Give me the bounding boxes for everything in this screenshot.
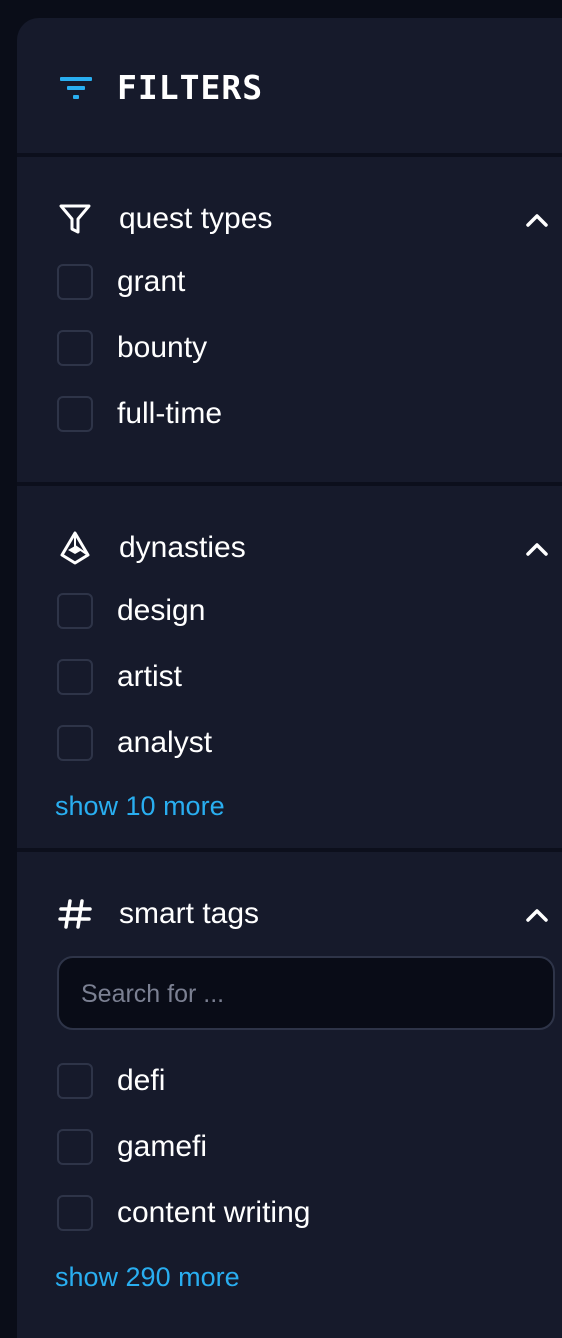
option-label: artist <box>117 660 183 693</box>
smart-tags-title: smart tags <box>119 897 260 930</box>
section-smart-tags: smart tags defi gamefi content writing s… <box>17 852 562 1322</box>
option-gamefi[interactable]: gamefi <box>57 1129 517 1169</box>
filters-header: FILTERS <box>17 18 562 157</box>
funnel-icon <box>59 204 91 234</box>
filters-title: FILTERS <box>117 68 264 107</box>
checkbox[interactable] <box>57 396 93 432</box>
option-grant[interactable]: grant <box>57 264 517 304</box>
checkbox[interactable] <box>57 659 93 695</box>
checkbox[interactable] <box>57 593 93 629</box>
checkbox[interactable] <box>57 1195 93 1231</box>
checkbox[interactable] <box>57 1129 93 1165</box>
chevron-up-icon <box>526 214 548 227</box>
option-label: grant <box>117 265 186 298</box>
option-design[interactable]: design <box>57 593 517 633</box>
filters-panel: FILTERS quest types grant bounty full-ti… <box>17 18 562 1338</box>
option-analyst[interactable]: analyst <box>57 725 517 765</box>
hashtag-icon <box>58 899 92 929</box>
smart-tags-search-input[interactable] <box>79 958 543 1030</box>
dynasty-icon <box>60 531 90 565</box>
chevron-up-icon <box>526 909 548 922</box>
option-full-time[interactable]: full-time <box>57 396 517 436</box>
section-quest-types: quest types grant bounty full-time <box>17 157 562 486</box>
option-label: design <box>117 594 206 627</box>
show-more-dynasties-link[interactable]: show 10 more <box>55 791 225 822</box>
option-label: full-time <box>117 397 223 430</box>
option-label: gamefi <box>117 1130 208 1163</box>
smart-tags-toggle[interactable]: smart tags <box>17 894 562 954</box>
show-more-smart-tags-link[interactable]: show 290 more <box>55 1262 240 1293</box>
quest-types-toggle[interactable]: quest types <box>17 199 562 259</box>
quest-types-title: quest types <box>119 202 273 235</box>
option-label: content writing <box>117 1196 311 1229</box>
checkbox[interactable] <box>57 1063 93 1099</box>
dynasties-toggle[interactable]: dynasties <box>17 528 562 588</box>
option-label: bounty <box>117 331 208 364</box>
option-defi[interactable]: defi <box>57 1063 517 1103</box>
checkbox[interactable] <box>57 330 93 366</box>
option-artist[interactable]: artist <box>57 659 517 699</box>
option-label: defi <box>117 1064 166 1097</box>
option-bounty[interactable]: bounty <box>57 330 517 370</box>
checkbox[interactable] <box>57 725 93 761</box>
dynasties-title: dynasties <box>119 531 246 564</box>
checkbox[interactable] <box>57 264 93 300</box>
section-dynasties: dynasties design artist analyst show 10 … <box>17 486 562 852</box>
smart-tags-search-box <box>57 956 555 1030</box>
option-content-writing[interactable]: content writing <box>57 1195 517 1235</box>
chevron-up-icon <box>526 543 548 556</box>
filter-lines-icon <box>60 77 92 99</box>
option-label: analyst <box>117 726 213 759</box>
